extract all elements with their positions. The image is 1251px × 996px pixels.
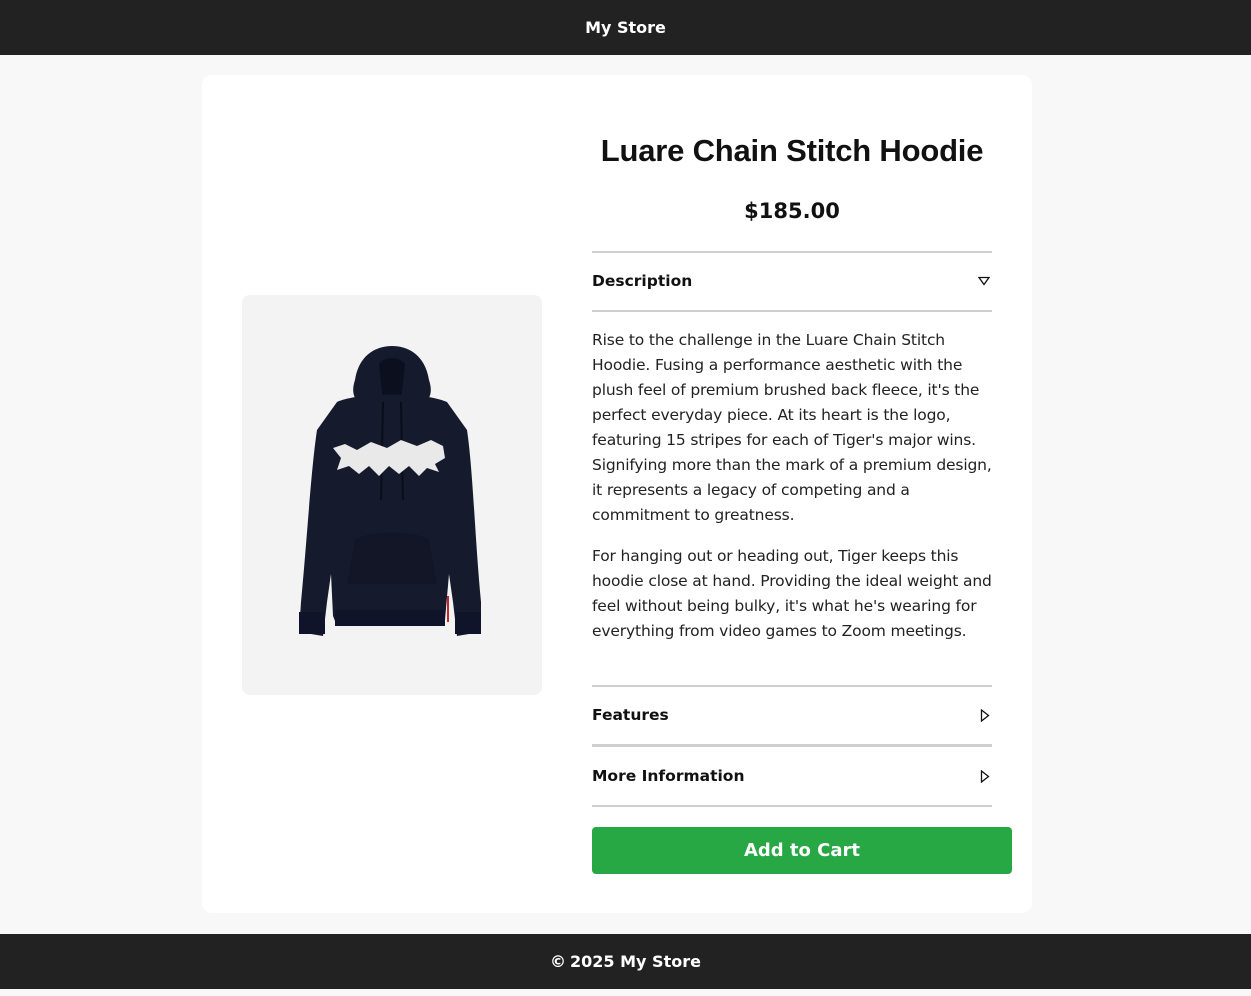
accordion-header-features[interactable]: Features xyxy=(592,687,992,743)
product-title: Luare Chain Stitch Hoodie xyxy=(600,133,984,168)
footer: © 2025 My Store xyxy=(0,934,1251,989)
accordion-label: More Information xyxy=(592,767,745,785)
accordion-header-description[interactable]: Description xyxy=(592,253,992,309)
hoodie-icon xyxy=(299,346,481,636)
divider xyxy=(592,744,992,747)
product-image xyxy=(242,295,542,695)
top-bar: My Store xyxy=(0,0,1251,55)
triangle-right-icon xyxy=(980,708,990,722)
product-price: $185.00 xyxy=(744,199,840,223)
accordion-header-more-information[interactable]: More Information xyxy=(592,748,992,804)
add-to-cart-button[interactable]: Add to Cart xyxy=(592,827,1012,874)
product-card: Luare Chain Stitch Hoodie $185.00 Descri… xyxy=(202,75,1032,913)
triangle-right-icon xyxy=(980,769,990,783)
accordion-label: Description xyxy=(592,272,693,290)
triangle-down-icon xyxy=(978,276,990,286)
divider xyxy=(592,805,992,807)
footer-text: 2025 My Store xyxy=(570,952,701,971)
description-paragraph: Rise to the challenge in the Luare Chain… xyxy=(592,331,992,524)
copyright-icon: © xyxy=(550,952,567,971)
divider xyxy=(592,310,992,312)
description-panel: Rise to the challenge in the Luare Chain… xyxy=(592,328,994,660)
description-paragraph: For hanging out or heading out, Tiger ke… xyxy=(592,547,992,640)
store-name[interactable]: My Store xyxy=(585,18,666,37)
accordion-label: Features xyxy=(592,706,669,724)
